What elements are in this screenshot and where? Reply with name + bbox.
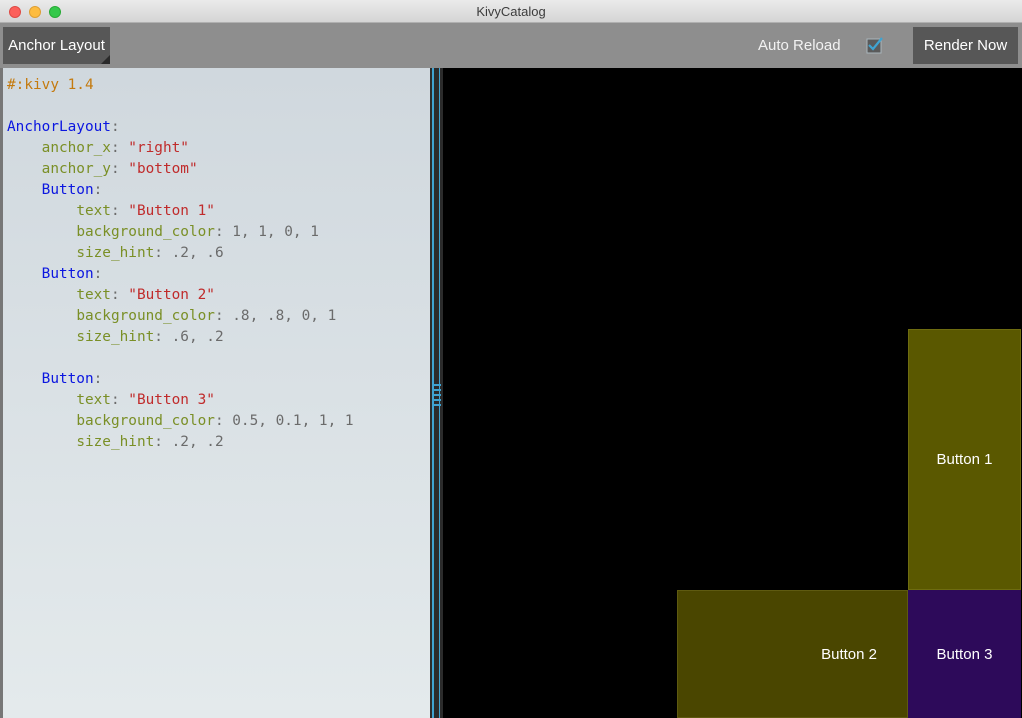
preview-pane: Button 1 Button 2 Button 3 xyxy=(443,68,1022,718)
code-token-plain: : 0.5, 0.1, 1, 1 xyxy=(214,413,354,429)
code-token-plain: : xyxy=(93,266,103,282)
code-line[interactable]: size_hint: .2, .6 xyxy=(7,243,354,264)
preview-button-1[interactable]: Button 1 xyxy=(908,329,1021,590)
code-token-plain: : xyxy=(110,140,129,156)
code-token-class: Button xyxy=(41,182,94,198)
code-line[interactable]: size_hint: .6, .2 xyxy=(7,327,354,348)
code-token-prop: size_hint xyxy=(76,329,155,345)
preview-button-2[interactable]: Button 2 xyxy=(677,590,908,718)
code-line[interactable] xyxy=(7,348,354,369)
code-editor[interactable]: #:kivy 1.4 AnchorLayout: anchor_x: "righ… xyxy=(3,68,430,718)
code-token-plain: : .8, .8, 0, 1 xyxy=(214,308,337,324)
code-line[interactable]: anchor_x: "right" xyxy=(7,138,354,159)
code-line[interactable]: text: "Button 1" xyxy=(7,201,354,222)
preview-button-2-label: Button 2 xyxy=(821,645,877,663)
code-token-string: "Button 1" xyxy=(128,203,215,219)
preview-button-3-label: Button 3 xyxy=(936,645,993,663)
code-token-plain: : xyxy=(93,371,103,387)
code-token-string: "right" xyxy=(128,140,189,156)
code-line[interactable]: #:kivy 1.4 xyxy=(7,75,354,96)
code-line[interactable]: background_color: 1, 1, 0, 1 xyxy=(7,222,354,243)
code-line[interactable]: background_color: 0.5, 0.1, 1, 1 xyxy=(7,411,354,432)
code-line[interactable]: Button: xyxy=(7,369,354,390)
code-token-plain: : .6, .2 xyxy=(154,329,224,345)
code-token-prop: text xyxy=(76,392,111,408)
window-title: KivyCatalog xyxy=(476,4,546,19)
code-token-plain: : xyxy=(110,161,129,177)
auto-reload-label: Auto Reload xyxy=(758,37,841,54)
code-token-prop: text xyxy=(76,287,111,303)
code-token-prop: background_color xyxy=(76,308,215,324)
code-token-plain: : xyxy=(110,119,120,135)
preview-button-3[interactable]: Button 3 xyxy=(908,590,1021,718)
layout-selector-button[interactable]: Anchor Layout xyxy=(3,27,110,64)
layout-selector-label: Anchor Layout xyxy=(8,37,105,54)
code-line[interactable]: AnchorLayout: xyxy=(7,117,354,138)
dropdown-corner-icon xyxy=(101,55,110,64)
preview-button-1-label: Button 1 xyxy=(936,451,993,468)
code-token-plain: : 1, 1, 0, 1 xyxy=(214,224,319,240)
code-line[interactable]: size_hint: .2, .2 xyxy=(7,432,354,453)
code-token-comment: #:kivy 1.4 xyxy=(7,77,94,93)
splitter[interactable] xyxy=(430,68,443,718)
code-token-plain: : xyxy=(110,203,129,219)
code-token-class: Button xyxy=(41,371,94,387)
code-token-plain: : .2, .2 xyxy=(154,434,224,450)
code-token-prop: background_color xyxy=(76,224,215,240)
code-token-plain: : xyxy=(110,287,129,303)
toolbar: Anchor Layout Auto Reload Render Now xyxy=(0,23,1022,68)
code-line[interactable]: text: "Button 2" xyxy=(7,285,354,306)
render-now-button[interactable]: Render Now xyxy=(913,27,1018,64)
code-line[interactable]: text: "Button 3" xyxy=(7,390,354,411)
code-line[interactable]: anchor_y: "bottom" xyxy=(7,159,354,180)
title-bar: KivyCatalog xyxy=(0,0,1022,23)
code-token-plain: : .2, .6 xyxy=(154,245,224,261)
code-token-prop: background_color xyxy=(76,413,215,429)
code-token-prop: size_hint xyxy=(76,434,155,450)
code-token-class: AnchorLayout xyxy=(7,119,111,135)
render-now-label: Render Now xyxy=(923,37,1008,54)
code-token-plain: : xyxy=(93,182,103,198)
code-token-string: "Button 2" xyxy=(128,287,215,303)
code-token-prop: text xyxy=(76,203,111,219)
code-token-class: Button xyxy=(41,266,94,282)
splitter-grip-icon[interactable] xyxy=(433,384,441,406)
code-token-string: "Button 3" xyxy=(128,392,215,408)
code-token-plain: : xyxy=(110,392,129,408)
code-token-prop: anchor_x xyxy=(41,140,111,156)
auto-reload-checkbox[interactable] xyxy=(866,36,884,54)
code-line[interactable]: background_color: .8, .8, 0, 1 xyxy=(7,306,354,327)
code-token-string: "bottom" xyxy=(128,161,198,177)
code-token-prop: size_hint xyxy=(76,245,155,261)
code-text[interactable]: #:kivy 1.4 AnchorLayout: anchor_x: "righ… xyxy=(7,75,354,453)
code-line[interactable] xyxy=(7,96,354,117)
code-line[interactable]: Button: xyxy=(7,180,354,201)
code-token-prop: anchor_y xyxy=(41,161,111,177)
code-line[interactable]: Button: xyxy=(7,264,354,285)
